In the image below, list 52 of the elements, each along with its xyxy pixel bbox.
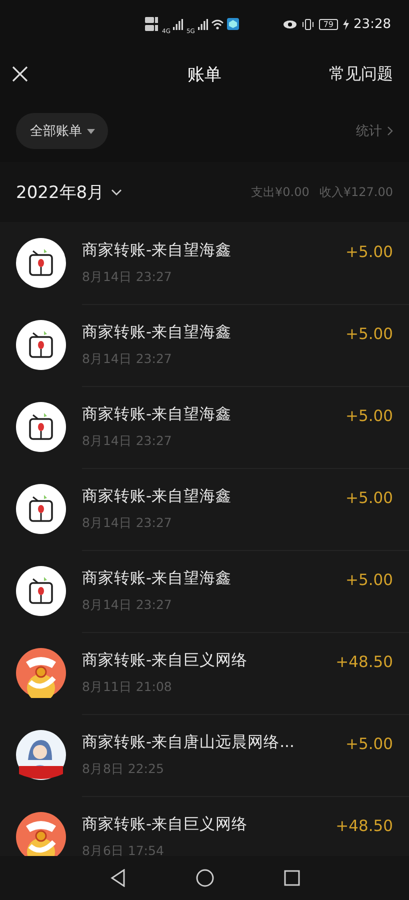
transaction-amount: +5.00 — [346, 407, 393, 425]
transaction-title: 商家转账-来自望海鑫 — [82, 240, 233, 261]
transaction-amount: +5.00 — [346, 243, 393, 261]
transaction-row[interactable]: 商家转账-来自望海鑫 8月14日 23:27 +5.00 — [0, 304, 409, 386]
battery-level: 79 — [319, 18, 338, 30]
expense-total: 支出¥0.00 — [251, 184, 310, 200]
transaction-row[interactable]: 商家转账-来自巨义网络 8月11日 21:08 +48.50 — [0, 632, 409, 714]
faq-link[interactable]: 常见问题 — [329, 64, 393, 84]
transaction-row[interactable]: 商家转账-来自望海鑫 8月14日 23:27 +5.00 — [0, 550, 409, 632]
clock: 23:28 — [354, 16, 391, 32]
transaction-amount: +5.00 — [346, 489, 393, 507]
transaction-time: 8月8日 22:25 — [82, 761, 165, 778]
page-title: 账单 — [188, 64, 222, 86]
month-selector[interactable]: 2022年8月 — [16, 180, 122, 204]
app-icon — [226, 18, 239, 30]
close-button[interactable] — [12, 66, 28, 82]
eye-icon — [283, 20, 298, 28]
transaction-time: 8月14日 23:27 — [82, 597, 173, 614]
transaction-amount: +5.00 — [346, 571, 393, 589]
transaction-time: 8月11日 21:08 — [82, 679, 173, 696]
transaction-title: 商家转账-来自望海鑫 — [82, 486, 233, 507]
transaction-title: 商家转账-来自望海鑫 — [82, 322, 233, 343]
recents-icon[interactable] — [284, 870, 300, 886]
transaction-row[interactable]: 商家转账-来自望海鑫 8月14日 23:27 +5.00 — [0, 468, 409, 550]
vibrate-icon — [302, 18, 314, 30]
transaction-title: 商家转账-来自巨义网络 — [82, 650, 249, 671]
transaction-title: 商家转账-来自望海鑫 — [82, 568, 233, 589]
wifi-icon — [210, 18, 224, 30]
transaction-time: 8月14日 23:27 — [82, 269, 173, 286]
transaction-amount: +48.50 — [336, 653, 393, 671]
transaction-time: 8月14日 23:27 — [82, 351, 173, 368]
signal-icon — [173, 18, 184, 30]
transaction-amount: +5.00 — [346, 325, 393, 343]
chevron-right-icon — [387, 126, 393, 136]
transaction-time: 8月14日 23:27 — [82, 515, 173, 532]
charging-icon — [342, 18, 349, 30]
transaction-title: 商家转账-来自唐山远晨网络... — [82, 732, 296, 753]
transaction-title: 商家转账-来自巨义网络 — [82, 814, 249, 835]
income-total: 收入¥127.00 — [319, 184, 393, 200]
caret-icon — [87, 128, 95, 134]
transaction-row[interactable]: 商家转账-来自唐山远晨网络... 8月8日 22:25 +5.00 — [0, 714, 409, 796]
transaction-row[interactable]: 商家转账-来自望海鑫 8月14日 23:27 +5.00 — [0, 222, 409, 304]
bill-filter-dropdown[interactable]: 全部账单 — [16, 113, 108, 149]
transaction-time: 8月14日 23:27 — [82, 433, 173, 450]
transaction-amount: +5.00 — [346, 735, 393, 753]
transaction-amount: +48.50 — [336, 817, 393, 835]
back-icon[interactable] — [110, 869, 126, 887]
chevron-down-icon — [111, 188, 122, 196]
transaction-title: 商家转账-来自望海鑫 — [82, 404, 233, 425]
transaction-row[interactable]: 商家转账-来自望海鑫 8月14日 23:27 +5.00 — [0, 386, 409, 468]
signal-icon — [198, 18, 208, 30]
home-icon[interactable] — [196, 869, 214, 887]
